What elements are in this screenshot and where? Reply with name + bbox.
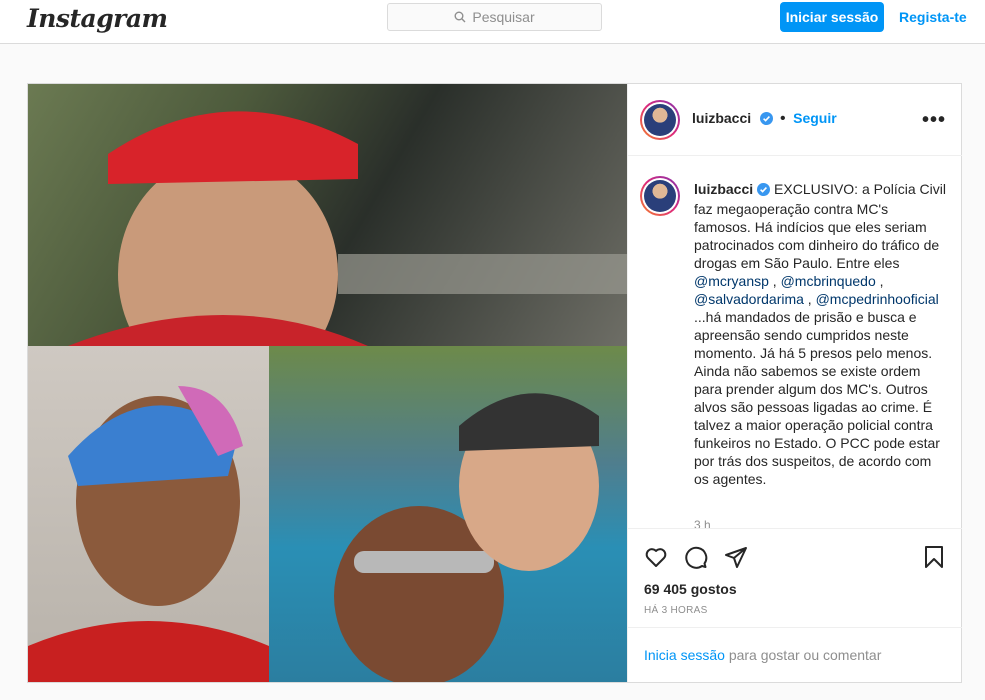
photo-bottom-right	[269, 346, 627, 682]
photo-bottom-left	[28, 346, 269, 682]
post-card: luizbacci • Seguir ••• luizbacci EXCLUSI…	[27, 83, 962, 683]
photo-top	[28, 84, 627, 346]
share-icon[interactable]	[724, 545, 748, 569]
instagram-logo[interactable]: Instagram	[27, 4, 168, 33]
post-caption: luizbacci EXCLUSIVO: a Polícia Civil faz…	[694, 181, 946, 487]
login-prompt: Inicia sessão para gostar ou comentar	[628, 627, 962, 682]
posted-time: HÁ 3 HORAS	[644, 605, 708, 616]
avatar[interactable]	[640, 176, 680, 216]
post-header: luizbacci • Seguir •••	[628, 84, 962, 156]
bookmark-icon[interactable]	[922, 545, 946, 569]
login-prompt-text: para gostar ou comentar	[724, 647, 882, 663]
search-input[interactable]: Pesquisar	[387, 3, 602, 31]
mention-link[interactable]: @mcbrinquedo	[781, 273, 876, 289]
caption-username[interactable]: luizbacci	[694, 181, 753, 197]
login-button[interactable]: Iniciar sessão	[780, 2, 884, 32]
more-icon[interactable]: •••	[922, 109, 946, 132]
avatar[interactable]	[640, 100, 680, 140]
post-actions: 69 405 gostos HÁ 3 HORAS	[628, 528, 962, 628]
comment-timestamp: 3 h	[694, 518, 711, 528]
caption-text: ...há mandados de prisão e busca e apree…	[694, 309, 940, 487]
verified-icon	[759, 112, 773, 130]
verified-icon	[757, 182, 771, 200]
heart-icon[interactable]	[644, 545, 668, 569]
mention-link[interactable]: @mcpedrinhooficial	[816, 291, 939, 307]
comment-icon[interactable]	[684, 545, 708, 569]
post-image[interactable]	[28, 84, 627, 682]
top-nav: Instagram Pesquisar Iniciar sessão Regis…	[0, 0, 985, 44]
username[interactable]: luizbacci	[692, 110, 751, 126]
likes-count[interactable]: 69 405 gostos	[644, 581, 737, 597]
search-placeholder: Pesquisar	[472, 9, 535, 25]
login-link[interactable]: Inicia sessão	[644, 647, 725, 663]
comments-area: luizbacci EXCLUSIVO: a Polícia Civil faz…	[628, 156, 962, 528]
post-sidebar: luizbacci • Seguir ••• luizbacci EXCLUSI…	[627, 84, 962, 682]
follow-button[interactable]: Seguir	[793, 110, 837, 126]
mention-link[interactable]: @mcryansp	[694, 273, 769, 289]
search-icon	[454, 11, 466, 23]
signup-link[interactable]: Regista-te	[899, 9, 967, 25]
mention-link[interactable]: @salvadordarima	[694, 291, 804, 307]
